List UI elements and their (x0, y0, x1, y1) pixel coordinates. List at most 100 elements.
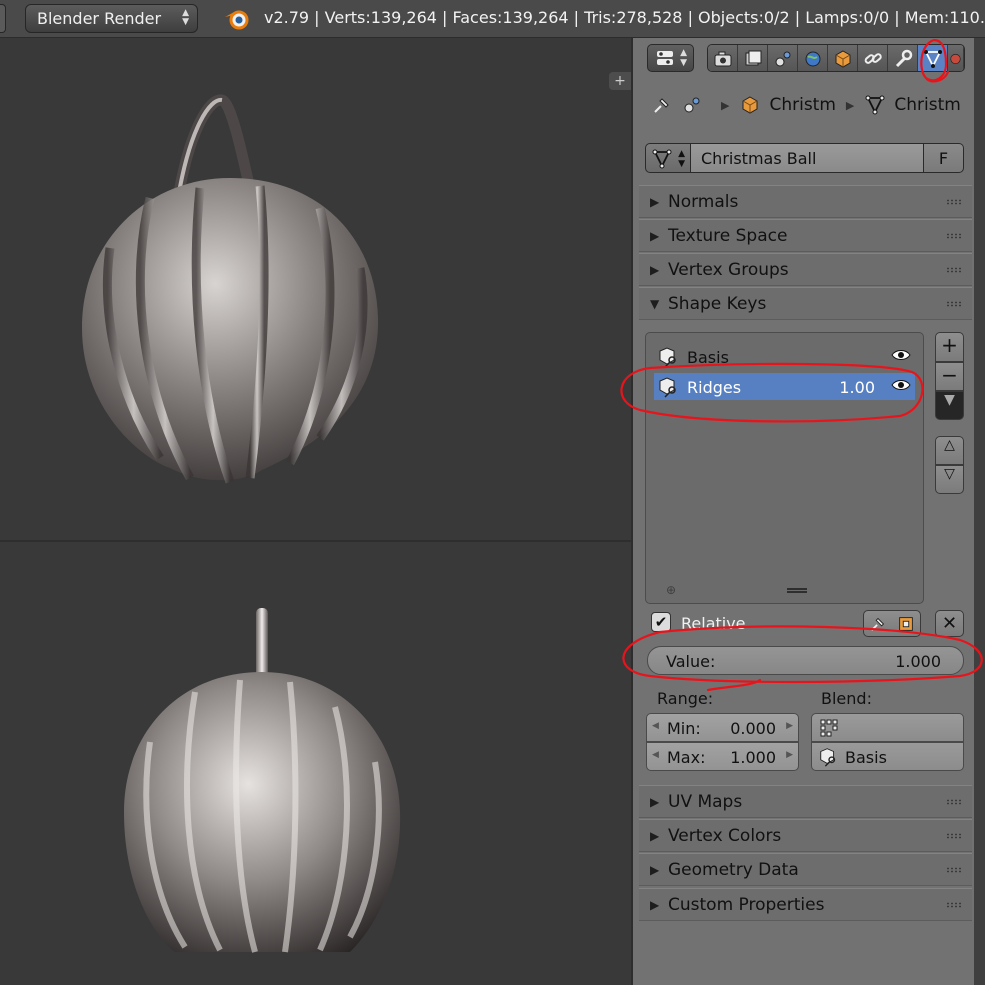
viewport-bottom[interactable] (0, 542, 631, 985)
collapsed-arrow-icon: ▶ (650, 863, 660, 877)
panel-title: Texture Space (668, 226, 788, 246)
filter-options-icon[interactable]: ⊕ (666, 583, 676, 597)
object-cube-icon (835, 50, 850, 68)
tab-material[interactable] (948, 45, 964, 71)
panel-shape-keys[interactable]: ▼ Shape Keys (639, 287, 972, 320)
tab-world[interactable] (798, 45, 828, 71)
context-tabs (707, 44, 965, 72)
viewport-top[interactable] (0, 38, 631, 540)
info-header: Blender Render ▲ ▼ v2.79 | Verts:139,264 … (0, 0, 985, 38)
decrement-arrow-icon[interactable]: ◀ (652, 750, 659, 760)
panel-custom-properties[interactable]: ▶ Custom Properties (639, 888, 972, 921)
add-shape-key-button[interactable]: + (935, 332, 964, 362)
panel-uv-maps[interactable]: ▶ UV Maps (639, 785, 972, 818)
breadcrumb-separator-icon: ▶ (721, 98, 730, 112)
tab-mesh-data[interactable] (918, 45, 948, 71)
tab-scene[interactable] (768, 45, 798, 71)
remove-shape-key-button[interactable]: − (935, 362, 964, 391)
tab-constraints[interactable] (858, 45, 888, 71)
editor-type-select[interactable]: ▲ ▼ (647, 44, 694, 72)
list-item-basis[interactable]: Basis (654, 343, 915, 370)
edit-mode-icon[interactable] (896, 614, 916, 634)
panel-geometry-data[interactable]: ▶ Geometry Data (639, 853, 972, 886)
decrement-arrow-icon[interactable]: ◀ (652, 721, 659, 731)
collapsed-arrow-icon: ▶ (650, 898, 660, 912)
panel-texture-space[interactable]: ▶ Texture Space (639, 219, 972, 252)
select-arrows-icon: ▲ ▼ (678, 149, 685, 169)
drag-grip-icon[interactable] (946, 233, 962, 239)
max-value: 1.000 (730, 748, 776, 767)
max-label: Max: (667, 748, 706, 767)
mesh-data-icon (652, 149, 672, 169)
properties-scrollbar[interactable] (974, 38, 985, 985)
mesh-datablock-selector: ▲ ▼ Christmas Ball F (645, 143, 964, 173)
relative-checkbox[interactable]: ✔ (651, 612, 671, 632)
drag-grip-icon[interactable] (946, 267, 962, 273)
eye-icon[interactable] (891, 378, 911, 392)
range-min-field[interactable]: ◀ Min: 0.000 ▶ (646, 713, 799, 742)
render-engine-select[interactable]: Blender Render ▲ ▼ (25, 4, 198, 33)
panel-vertex-groups[interactable]: ▶ Vertex Groups (639, 253, 972, 286)
list-item-ridges[interactable]: Ridges 1.00 (654, 373, 915, 400)
shape-key-name: Basis (687, 348, 729, 367)
properties-editor-icon (657, 51, 673, 65)
panel-title: Custom Properties (668, 895, 825, 915)
christmas-ball-render-bottom (124, 608, 401, 953)
tab-modifiers[interactable] (888, 45, 918, 71)
list-resize-grip[interactable] (787, 588, 807, 593)
collapsed-arrow-icon: ▶ (650, 195, 660, 209)
shape-key-name: Ridges (687, 378, 742, 397)
panel-normals[interactable]: ▶ Normals (639, 185, 972, 218)
scene-stats: v2.79 | Verts:139,264 | Faces:139,264 | … (264, 8, 985, 27)
expanded-arrow-icon: ▼ (650, 297, 660, 311)
shape-key-list[interactable]: Basis Ridges 1.00 ⊕ (645, 332, 924, 604)
shape-key-value[interactable]: 1.00 (839, 378, 875, 397)
mesh-browse-button[interactable]: ▲ ▼ (645, 143, 691, 173)
drag-grip-icon[interactable] (946, 199, 962, 205)
relative-key-field[interactable]: Basis (811, 742, 964, 771)
fake-user-button[interactable]: F (924, 143, 964, 173)
collapsed-arrow-icon: ▶ (650, 829, 660, 843)
drag-grip-icon[interactable] (946, 833, 962, 839)
eye-icon[interactable] (891, 348, 911, 362)
editor-type-button[interactable] (0, 4, 6, 33)
material-icon (950, 53, 961, 65)
select-arrows-icon: ▲ ▼ (182, 8, 189, 27)
collapsed-arrow-icon: ▶ (650, 229, 660, 243)
tab-object[interactable] (828, 45, 858, 71)
tab-render-layers[interactable] (738, 45, 768, 71)
move-down-button[interactable]: ▽ (935, 465, 964, 494)
drag-grip-icon[interactable] (946, 867, 962, 873)
drag-grip-icon[interactable] (946, 799, 962, 805)
pin-icon[interactable] (868, 614, 888, 634)
clear-weights-button[interactable]: ✕ (935, 610, 964, 637)
drag-grip-icon[interactable] (946, 902, 962, 908)
range-label: Range: (657, 689, 714, 708)
pin-icon[interactable] (651, 94, 673, 116)
vertex-group-field[interactable] (811, 713, 964, 742)
panel-title: Vertex Colors (668, 826, 782, 846)
camera-icon (714, 51, 731, 67)
breadcrumb: ▶ Christm ▶ Christm (651, 92, 961, 118)
tab-render[interactable] (708, 45, 738, 71)
wrench-icon (895, 49, 912, 68)
tool-shelf-tab[interactable]: + (609, 72, 631, 90)
increment-arrow-icon[interactable]: ▶ (786, 721, 793, 731)
panel-title: Geometry Data (668, 860, 799, 880)
breadcrumb-object: Christm (769, 95, 836, 115)
constraint-link-icon (864, 53, 882, 64)
range-max-field[interactable]: ◀ Max: 1.000 ▶ (646, 742, 799, 771)
increment-arrow-icon[interactable]: ▶ (786, 750, 793, 760)
panel-title: Normals (668, 192, 739, 212)
drag-grip-icon[interactable] (946, 301, 962, 307)
panel-vertex-colors[interactable]: ▶ Vertex Colors (639, 819, 972, 852)
shape-key-icon (820, 748, 836, 767)
panel-title: Shape Keys (668, 294, 767, 314)
shape-key-icon (659, 377, 676, 398)
shape-key-specials-button[interactable]: ▼ (935, 391, 964, 420)
value-number: 1.000 (895, 652, 941, 671)
move-up-button[interactable]: △ (935, 436, 964, 465)
collapsed-arrow-icon: ▶ (650, 263, 660, 277)
shape-key-value-slider[interactable]: Value: 1.000 (647, 646, 964, 675)
mesh-name-field[interactable]: Christmas Ball (691, 143, 924, 173)
